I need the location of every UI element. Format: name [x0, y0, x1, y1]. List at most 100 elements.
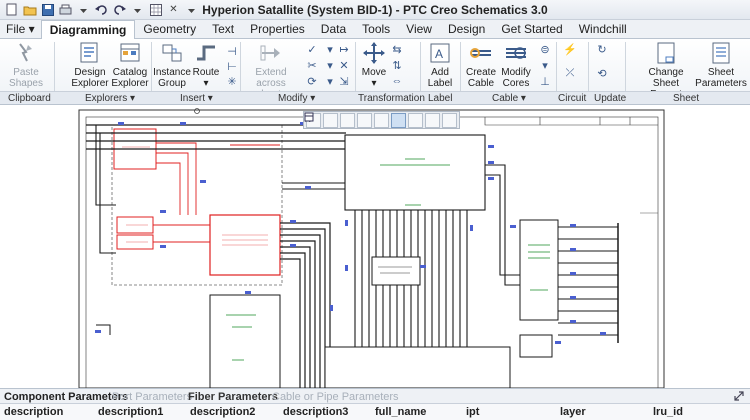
design-explorer-button[interactable]: Design Explorer — [70, 41, 110, 89]
paste-shapes-icon — [19, 43, 32, 62]
title-bar: ✕ Hyperion Satallite (System BID-1) - PT… — [0, 0, 750, 20]
zoom-in-icon[interactable] — [304, 112, 338, 128]
move-label: Move — [361, 67, 387, 78]
wire-bundle-down — [280, 222, 331, 388]
pin-icon[interactable]: ⊥ — [538, 75, 552, 88]
rotation-handle — [194, 108, 200, 114]
circuit-join-icon[interactable]: ⤫ — [563, 67, 577, 79]
port-icon[interactable]: ⊢ — [225, 60, 239, 73]
group-cable[interactable]: Cable ▾ — [492, 93, 526, 104]
column-header[interactable]: ipt — [466, 406, 479, 418]
group-clipboard: Clipboard — [8, 93, 51, 104]
group-sheet: Sheet — [673, 93, 700, 104]
sheet-format-icon — [657, 42, 675, 64]
align-icon[interactable]: ⇲ — [337, 75, 351, 88]
tab-port-parameters[interactable]: Port Parameters — [112, 391, 192, 403]
title-block — [484, 117, 658, 126]
parameter-tabs: Component Parameters Port Parameters Fib… — [0, 388, 750, 404]
expand-panel-icon[interactable] — [733, 390, 745, 402]
schematic-canvas[interactable] — [0, 105, 750, 388]
column-header[interactable]: layer — [560, 406, 586, 418]
tab-file[interactable]: File ▾ — [0, 20, 41, 39]
junction-icon[interactable]: ✳ — [225, 75, 239, 88]
tab-text[interactable]: Text — [204, 20, 242, 39]
cable-small-tools: ⊜ ▾ ⊥ — [538, 43, 552, 88]
update-all-icon[interactable]: ⟲ — [595, 67, 609, 80]
wire-mid — [282, 182, 345, 190]
route-icon — [197, 45, 215, 61]
modify-cores-icon — [506, 47, 526, 59]
tab-data[interactable]: Data — [313, 20, 354, 39]
dropdown-arrow-icon[interactable]: ▾ — [323, 75, 337, 88]
pan-tool-icon[interactable] — [304, 112, 406, 128]
zoom-window-icon[interactable] — [304, 112, 372, 128]
selected-wires — [153, 142, 280, 243]
rotate-icon[interactable]: ⟳ — [305, 75, 319, 88]
sheet-label: Sheet — [707, 67, 735, 78]
tab-component-parameters[interactable]: Component Parameters — [4, 391, 128, 403]
zoom-out-icon[interactable] — [304, 112, 355, 128]
tab-cable-pipe-parameters[interactable]: Cable or Pipe Parameters — [272, 391, 399, 403]
tab-design[interactable]: Design — [440, 20, 493, 39]
tab-diagramming[interactable]: Diagramming — [40, 20, 136, 40]
component-power-lower — [519, 334, 553, 358]
instance-group-button[interactable]: Instance Group — [153, 41, 191, 89]
sheet-view-icon[interactable] — [304, 112, 457, 128]
move-button[interactable]: Move ▾ — [360, 41, 388, 89]
update-icon[interactable]: ↻ — [595, 43, 609, 56]
cable-tool-icon[interactable]: ⊜ — [538, 43, 552, 56]
column-header[interactable]: description3 — [283, 406, 348, 418]
route-button[interactable]: Route ▾ — [192, 41, 220, 89]
schematic-drawing — [78, 108, 665, 388]
group-explorers[interactable]: Explorers ▾ — [85, 93, 135, 104]
connector-icon[interactable]: ⊣ — [225, 45, 239, 58]
component-power-distribution — [344, 134, 486, 211]
wire-fanout-right — [558, 226, 618, 336]
mirror-icon[interactable]: ⇆ — [390, 43, 404, 56]
delete-icon[interactable]: ✕ — [337, 59, 351, 72]
sheet-parameters-button[interactable]: Sheet Parameters — [695, 41, 747, 89]
circuit-icon[interactable]: ⚡ — [563, 43, 577, 56]
tab-tools[interactable]: Tools — [354, 20, 398, 39]
change-label: Change — [648, 67, 684, 78]
group-circuit: Circuit — [558, 93, 587, 104]
column-header[interactable]: full_name — [375, 406, 426, 418]
dropdown-arrow-icon[interactable]: ▾ — [538, 59, 552, 72]
group-modify[interactable]: Modify ▾ — [278, 93, 315, 104]
insert-small-tools: ⊣ ⊢ ✳ — [225, 45, 239, 88]
tab-windchill[interactable]: Windchill — [571, 20, 635, 39]
dropdown-arrow-icon[interactable]: ▾ — [323, 59, 337, 72]
group-insert[interactable]: Insert ▾ — [180, 93, 213, 104]
update-tools: ↻ ⟲ — [595, 43, 609, 80]
move-handle-icon[interactable]: ↦ — [337, 43, 351, 56]
layers-icon[interactable] — [304, 113, 440, 128]
tab-view[interactable]: View — [398, 20, 440, 39]
scissors-icon[interactable]: ✂ — [305, 59, 319, 72]
column-header[interactable]: lru_id — [653, 406, 683, 418]
ribbon-group-labels: Clipboard Explorers ▾ Insert ▾ Modify ▾ … — [0, 91, 750, 105]
instance-group-icon — [162, 44, 182, 62]
create-label: Create — [465, 67, 496, 78]
tab-properties[interactable]: Properties — [242, 20, 313, 39]
modify-row-1: ✓ ▾ — [305, 43, 337, 56]
route-arrow: ▾ — [203, 78, 209, 89]
trim-icon[interactable]: ✓ — [305, 43, 319, 56]
route-label: Route — [192, 67, 220, 78]
group-transformation: Transformation — [358, 93, 425, 104]
transformation-small-tools: ⇆ ⇅ ⇔ — [390, 43, 404, 88]
catalog-explorer-label: Explorer — [111, 78, 149, 89]
tab-geometry[interactable]: Geometry — [135, 20, 204, 39]
select-tool-icon[interactable] — [305, 113, 389, 128]
dropdown-arrow-icon[interactable]: ▾ — [323, 43, 337, 56]
settings-icon[interactable] — [305, 113, 423, 128]
catalog-explorer-button[interactable]: Catalog Explorer — [110, 41, 150, 89]
column-header[interactable]: description1 — [98, 406, 163, 418]
column-header[interactable]: description2 — [190, 406, 255, 418]
scale-icon[interactable]: ⇔ — [390, 75, 404, 87]
column-header[interactable]: description — [4, 406, 63, 418]
create-cable-button[interactable]: Create Cable — [465, 41, 497, 89]
tab-get-started[interactable]: Get Started — [493, 20, 570, 39]
tab-fiber-parameters[interactable]: Fiber Parameters — [188, 391, 278, 403]
component-bottom-bus — [324, 346, 511, 388]
flip-icon[interactable]: ⇅ — [390, 59, 404, 72]
